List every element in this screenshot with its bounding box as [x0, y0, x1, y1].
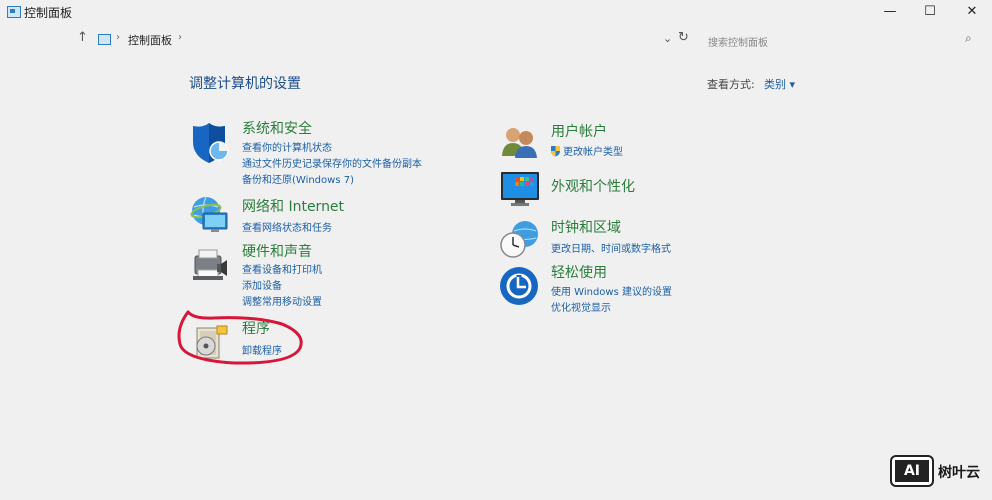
category-appearance[interactable]: 外观和个性化 — [551, 176, 635, 196]
link-view-computer-status[interactable]: 查看你的计算机状态 — [242, 139, 332, 154]
clock-globe-icon[interactable] — [499, 219, 543, 261]
link-devices-printers[interactable]: 查看设备和打印机 — [242, 261, 322, 276]
window-title: 控制面板 — [24, 6, 73, 20]
control-panel-icon — [7, 6, 21, 18]
breadcrumb-control-panel[interactable]: 控制面板 — [128, 32, 172, 48]
link-recommended-settings[interactable]: 使用 Windows 建议的设置 — [551, 283, 672, 298]
up-arrow-icon[interactable]: ↑ — [77, 30, 88, 45]
chevron-right-icon[interactable]: › — [178, 32, 182, 43]
search-input[interactable]: 搜索控制面板 — [708, 34, 768, 49]
maximize-button[interactable]: ☐ — [908, 0, 952, 24]
watermark-logo: AI — [890, 455, 934, 487]
ease-of-access-icon[interactable] — [499, 265, 543, 307]
link-date-time-format[interactable]: 更改日期、时间或数字格式 — [551, 240, 671, 255]
address-bar: ↑ › 控制面板 › ⌄ ↻ 搜索控制面板 ⌕ — [0, 28, 992, 52]
close-button[interactable]: ✕ — [950, 0, 992, 24]
appearance-monitor-icon[interactable] — [499, 168, 543, 210]
uac-shield-icon — [550, 145, 561, 160]
network-globe-icon[interactable] — [189, 194, 233, 236]
red-annotation-circle — [177, 310, 303, 365]
control-panel-icon — [98, 34, 111, 45]
link-optimize-display[interactable]: 优化视觉显示 — [551, 299, 611, 314]
link-backup-restore[interactable]: 备份和还原(Windows 7) — [242, 171, 354, 186]
title-bar: 控制面板 — ☐ ✕ — [0, 0, 992, 26]
category-network-internet[interactable]: 网络和 Internet — [242, 196, 344, 216]
chevron-down-icon[interactable]: ⌄ — [663, 32, 672, 45]
view-by-label: 查看方式: — [707, 78, 755, 91]
refresh-icon[interactable]: ↻ — [678, 30, 689, 45]
page-heading: 调整计算机的设置 — [189, 76, 301, 92]
category-ease-of-access[interactable]: 轻松使用 — [551, 262, 607, 282]
chevron-right-icon[interactable]: › — [116, 32, 120, 43]
users-icon[interactable] — [499, 124, 543, 166]
category-system-security[interactable]: 系统和安全 — [242, 118, 312, 138]
minimize-button[interactable]: — — [868, 0, 912, 24]
link-mobility-settings[interactable]: 调整常用移动设置 — [242, 293, 322, 308]
link-network-status[interactable]: 查看网络状态和任务 — [242, 219, 332, 234]
link-file-history[interactable]: 通过文件历史记录保存你的文件备份副本 — [242, 155, 422, 170]
watermark-logo-mark: AI — [895, 460, 929, 482]
category-user-accounts[interactable]: 用户帐户 — [551, 121, 607, 141]
category-clock-region[interactable]: 时钟和区域 — [551, 217, 621, 237]
link-change-account-type-label[interactable]: 更改帐户类型 — [563, 147, 623, 158]
view-by-dropdown[interactable]: 类别 ▾ — [764, 76, 795, 92]
link-change-account-type[interactable]: 更改帐户类型 — [550, 143, 623, 160]
category-hardware-sound[interactable]: 硬件和声音 — [242, 241, 312, 261]
watermark-text: 树叶云 — [938, 465, 980, 481]
printer-speaker-icon[interactable] — [189, 246, 233, 288]
link-add-device[interactable]: 添加设备 — [242, 277, 282, 292]
search-icon[interactable]: ⌕ — [965, 31, 972, 46]
shield-icon[interactable] — [189, 122, 233, 164]
